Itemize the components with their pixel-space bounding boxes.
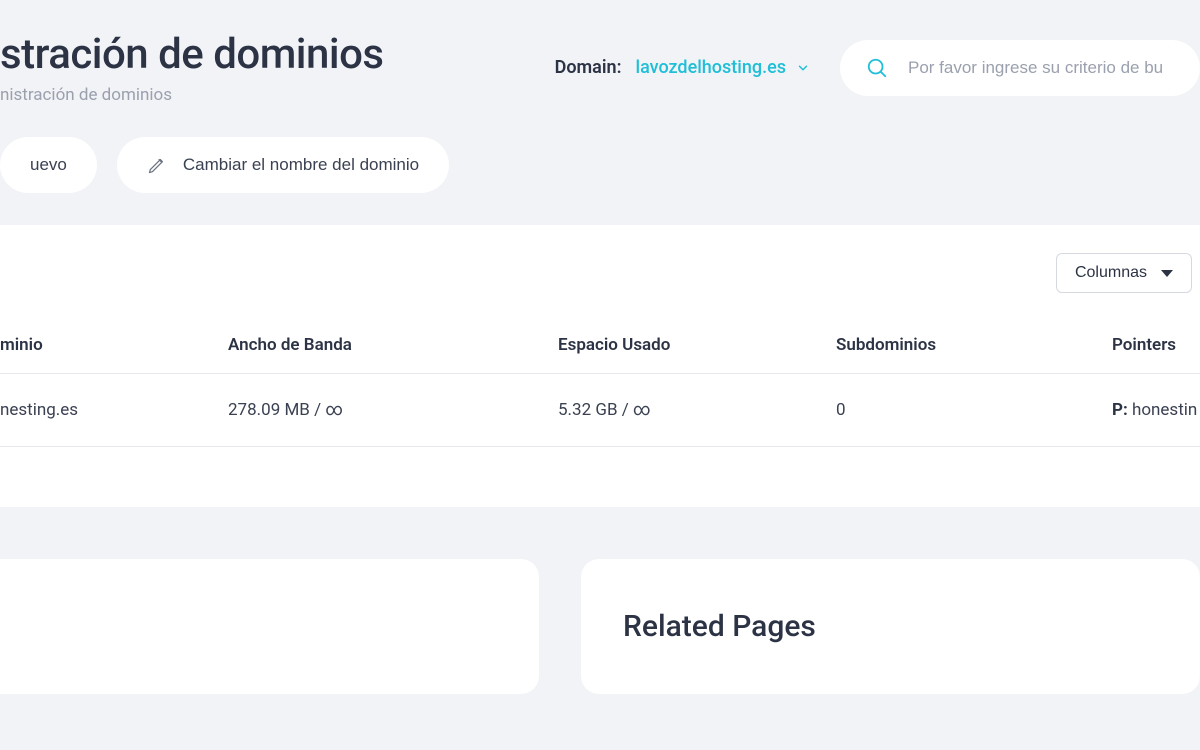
columns-button[interactable]: Columnas <box>1056 253 1192 293</box>
pointer-prefix: P: <box>1112 400 1128 420</box>
th-pointers[interactable]: Pointers <box>1112 321 1200 374</box>
cell-space: 5.32 GB / ∞ <box>558 374 836 447</box>
main-panel: Columnas minio Ancho de Banda Espacio Us… <box>0 225 1200 507</box>
related-pages-title: Related Pages <box>623 609 1158 644</box>
cell-pointers: P: honestin <box>1112 374 1200 447</box>
columns-button-label: Columnas <box>1075 264 1147 282</box>
table-row[interactable]: nesting.es 278.09 MB / ∞ 5.32 GB / ∞ 0 P… <box>0 374 1200 447</box>
th-bandwidth[interactable]: Ancho de Banda <box>228 321 558 374</box>
cell-domain: nesting.es <box>0 374 228 447</box>
domain-label: Domain: <box>555 57 622 78</box>
breadcrumb: nistración de dominios <box>0 85 384 105</box>
domain-value-text: lavozdelhosting.es <box>635 57 786 78</box>
pencil-icon <box>147 155 167 175</box>
new-button[interactable]: uevo <box>0 137 97 193</box>
caret-down-icon <box>1161 270 1173 277</box>
rename-domain-button[interactable]: Cambiar el nombre del dominio <box>117 137 449 193</box>
domain-value[interactable]: lavozdelhosting.es <box>635 57 810 78</box>
cell-bandwidth: 278.09 MB / ∞ <box>228 374 558 447</box>
left-card-title: s <box>0 609 497 644</box>
page-title: stración de dominios <box>0 30 384 79</box>
domain-selector[interactable]: Domain: lavozdelhosting.es <box>555 57 810 78</box>
rename-button-label: Cambiar el nombre del dominio <box>183 155 419 175</box>
th-space[interactable]: Espacio Usado <box>558 321 836 374</box>
cell-subdomains: 0 <box>836 374 1112 447</box>
new-button-label: uevo <box>30 155 67 175</box>
th-domain[interactable]: minio <box>0 321 228 374</box>
pointer-value: honestin <box>1128 400 1198 420</box>
search-icon <box>866 57 888 79</box>
related-pages-card: Related Pages <box>581 559 1200 694</box>
chevron-down-icon <box>796 61 810 75</box>
search-box[interactable] <box>840 40 1200 96</box>
left-card: s <box>0 559 539 694</box>
domains-table: minio Ancho de Banda Espacio Usado Subdo… <box>0 321 1200 447</box>
search-input[interactable] <box>908 58 1174 78</box>
th-subdomains[interactable]: Subdominios <box>836 321 1112 374</box>
